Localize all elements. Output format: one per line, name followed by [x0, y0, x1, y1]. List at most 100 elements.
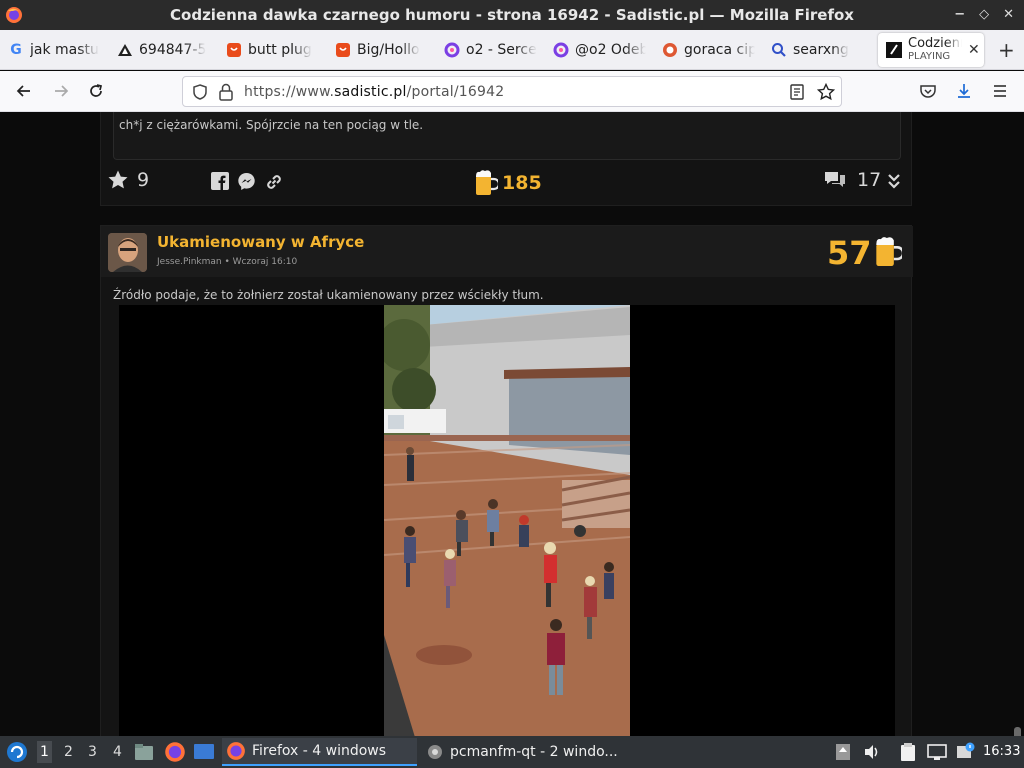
tab-active[interactable]: Codzienna PLAYING ✕: [878, 32, 984, 67]
video-still-image: [384, 305, 630, 736]
reload-button[interactable]: [86, 81, 106, 101]
notification-icon[interactable]: [955, 742, 975, 766]
forward-button[interactable]: [51, 81, 71, 101]
tab-1[interactable]: 694847-5: [109, 33, 218, 67]
comments-button[interactable]: 17: [823, 169, 881, 191]
network-icon[interactable]: [927, 743, 947, 765]
tab-playing-label: PLAYING: [908, 50, 951, 62]
shop-icon: [226, 42, 242, 58]
close-window-button[interactable]: ✕: [1003, 7, 1014, 22]
beer-mug-icon: [476, 170, 498, 195]
video-player[interactable]: [119, 305, 895, 736]
post-meta: Jesse.Pinkman • Wczoraj 16:10: [157, 257, 297, 267]
file-manager-launcher[interactable]: [134, 742, 154, 766]
lock-icon[interactable]: [218, 83, 234, 101]
comments-icon: [825, 172, 845, 187]
hamburger-menu-icon: [994, 85, 1006, 97]
tab-title: searxng: [793, 41, 849, 58]
comments-count: 17: [857, 169, 882, 191]
tab-2[interactable]: butt plug: [218, 33, 327, 67]
firefox-icon: [165, 742, 185, 762]
favorite-button[interactable]: 9: [107, 169, 149, 191]
navigation-bar: https://www.sadistic.pl/portal/16942: [0, 71, 1024, 112]
post: Ukamienowany w Afryce Jesse.Pinkman • Wc…: [100, 225, 913, 736]
video-frame[interactable]: [384, 305, 630, 736]
avatar[interactable]: [108, 233, 147, 272]
facebook-icon: [211, 172, 229, 190]
task-label: Firefox - 4 windows: [252, 743, 387, 759]
clipboard-icon[interactable]: [899, 742, 917, 766]
arrow-right-icon: [55, 85, 69, 97]
firefox-logo-icon: [6, 7, 22, 23]
tab-3[interactable]: Big/Hollo: [327, 33, 436, 67]
site-icon: [117, 42, 133, 58]
o2-icon: [444, 42, 460, 58]
pocket-button[interactable]: [918, 81, 938, 101]
post-author[interactable]: Jesse.Pinkman: [157, 257, 222, 267]
bookmark-star-icon[interactable]: [817, 83, 835, 101]
chevrons-down-icon: [888, 174, 900, 189]
post-title[interactable]: Ukamienowany w Afryce: [157, 233, 364, 251]
tab-5[interactable]: @o2 Odeb: [545, 33, 654, 67]
workspace-2[interactable]: 2: [64, 744, 73, 760]
expand-comments-button[interactable]: [887, 172, 901, 190]
beer-mug-icon: [876, 237, 905, 266]
star-icon: [108, 170, 128, 189]
tab-6[interactable]: goraca cip: [654, 33, 763, 67]
desktop-taskbar: 1 2 3 4 Firefox - 4 windows pcmanfm-qt -…: [0, 736, 1024, 768]
tab-title: Big/Hollo: [357, 41, 420, 58]
firefox-icon: [227, 742, 245, 760]
tab-7[interactable]: searxng: [763, 33, 872, 67]
clock: 16:33: [983, 744, 1021, 759]
menu-button[interactable]: [990, 81, 1010, 101]
messenger-share-button[interactable]: [237, 172, 256, 191]
tab-title: Codzienna: [908, 36, 962, 50]
tray-update-icon[interactable]: [835, 743, 851, 765]
tab-0[interactable]: G jak mastu: [0, 33, 109, 67]
reload-icon: [90, 84, 103, 97]
tab-title: jak mastu: [30, 41, 99, 58]
url-text[interactable]: https://www.sadistic.pl/portal/16942: [244, 84, 504, 100]
task-pcmanfm[interactable]: pcmanfm-qt - 2 windo...: [426, 738, 631, 766]
page-scrollbar[interactable]: [1014, 727, 1021, 736]
app-menu-button[interactable]: [6, 741, 28, 767]
volume-icon[interactable]: [863, 743, 881, 765]
minimize-button[interactable]: −: [954, 7, 965, 22]
copy-link-button[interactable]: [264, 172, 284, 192]
shield-icon[interactable]: [191, 83, 209, 101]
desktop-launcher[interactable]: [193, 743, 215, 765]
maximize-button[interactable]: ◇: [979, 7, 989, 22]
tab-title: 694847-5: [139, 41, 207, 58]
show-desktop-icon: [194, 744, 214, 759]
workspace-4[interactable]: 4: [113, 744, 122, 760]
beer-vote-button[interactable]: 185: [474, 169, 542, 197]
beer-count: 185: [502, 172, 542, 194]
task-firefox[interactable]: Firefox - 4 windows: [222, 738, 417, 766]
post-action-bar: 9 185 17: [101, 167, 913, 197]
tab-4[interactable]: o2 - Serce: [436, 33, 545, 67]
search-icon: [771, 42, 787, 58]
tab-title: o2 - Serce: [466, 41, 537, 58]
duckduckgo-icon: [662, 42, 678, 58]
firefox-launcher[interactable]: [164, 741, 186, 767]
start-menu-icon: [7, 742, 27, 762]
beer-vote-button[interactable]: [874, 235, 905, 273]
pocket-icon: [920, 85, 936, 98]
reader-view-icon[interactable]: [789, 83, 805, 101]
url-bar[interactable]: https://www.sadistic.pl/portal/16942: [182, 76, 842, 107]
tab-title: goraca cip: [684, 41, 755, 58]
facebook-share-button[interactable]: [211, 172, 229, 190]
prev-post-text-box: ch*j z ciężarówkami. Spójrzcie na ten po…: [113, 112, 901, 160]
shop-icon: [335, 42, 351, 58]
tab-title: butt plug: [248, 41, 312, 58]
link-icon: [267, 175, 281, 189]
workspace-3[interactable]: 3: [88, 744, 97, 760]
pcmanfm-icon: [428, 745, 442, 759]
close-tab-icon[interactable]: ✕: [968, 42, 980, 58]
downloads-button[interactable]: [954, 81, 974, 101]
post-header: Ukamienowany w Afryce Jesse.Pinkman • Wc…: [101, 226, 913, 277]
workspace-1[interactable]: 1: [37, 741, 52, 763]
sadistic-icon: [886, 41, 902, 58]
new-tab-button[interactable]: +: [998, 38, 1015, 62]
back-button[interactable]: [14, 81, 34, 101]
